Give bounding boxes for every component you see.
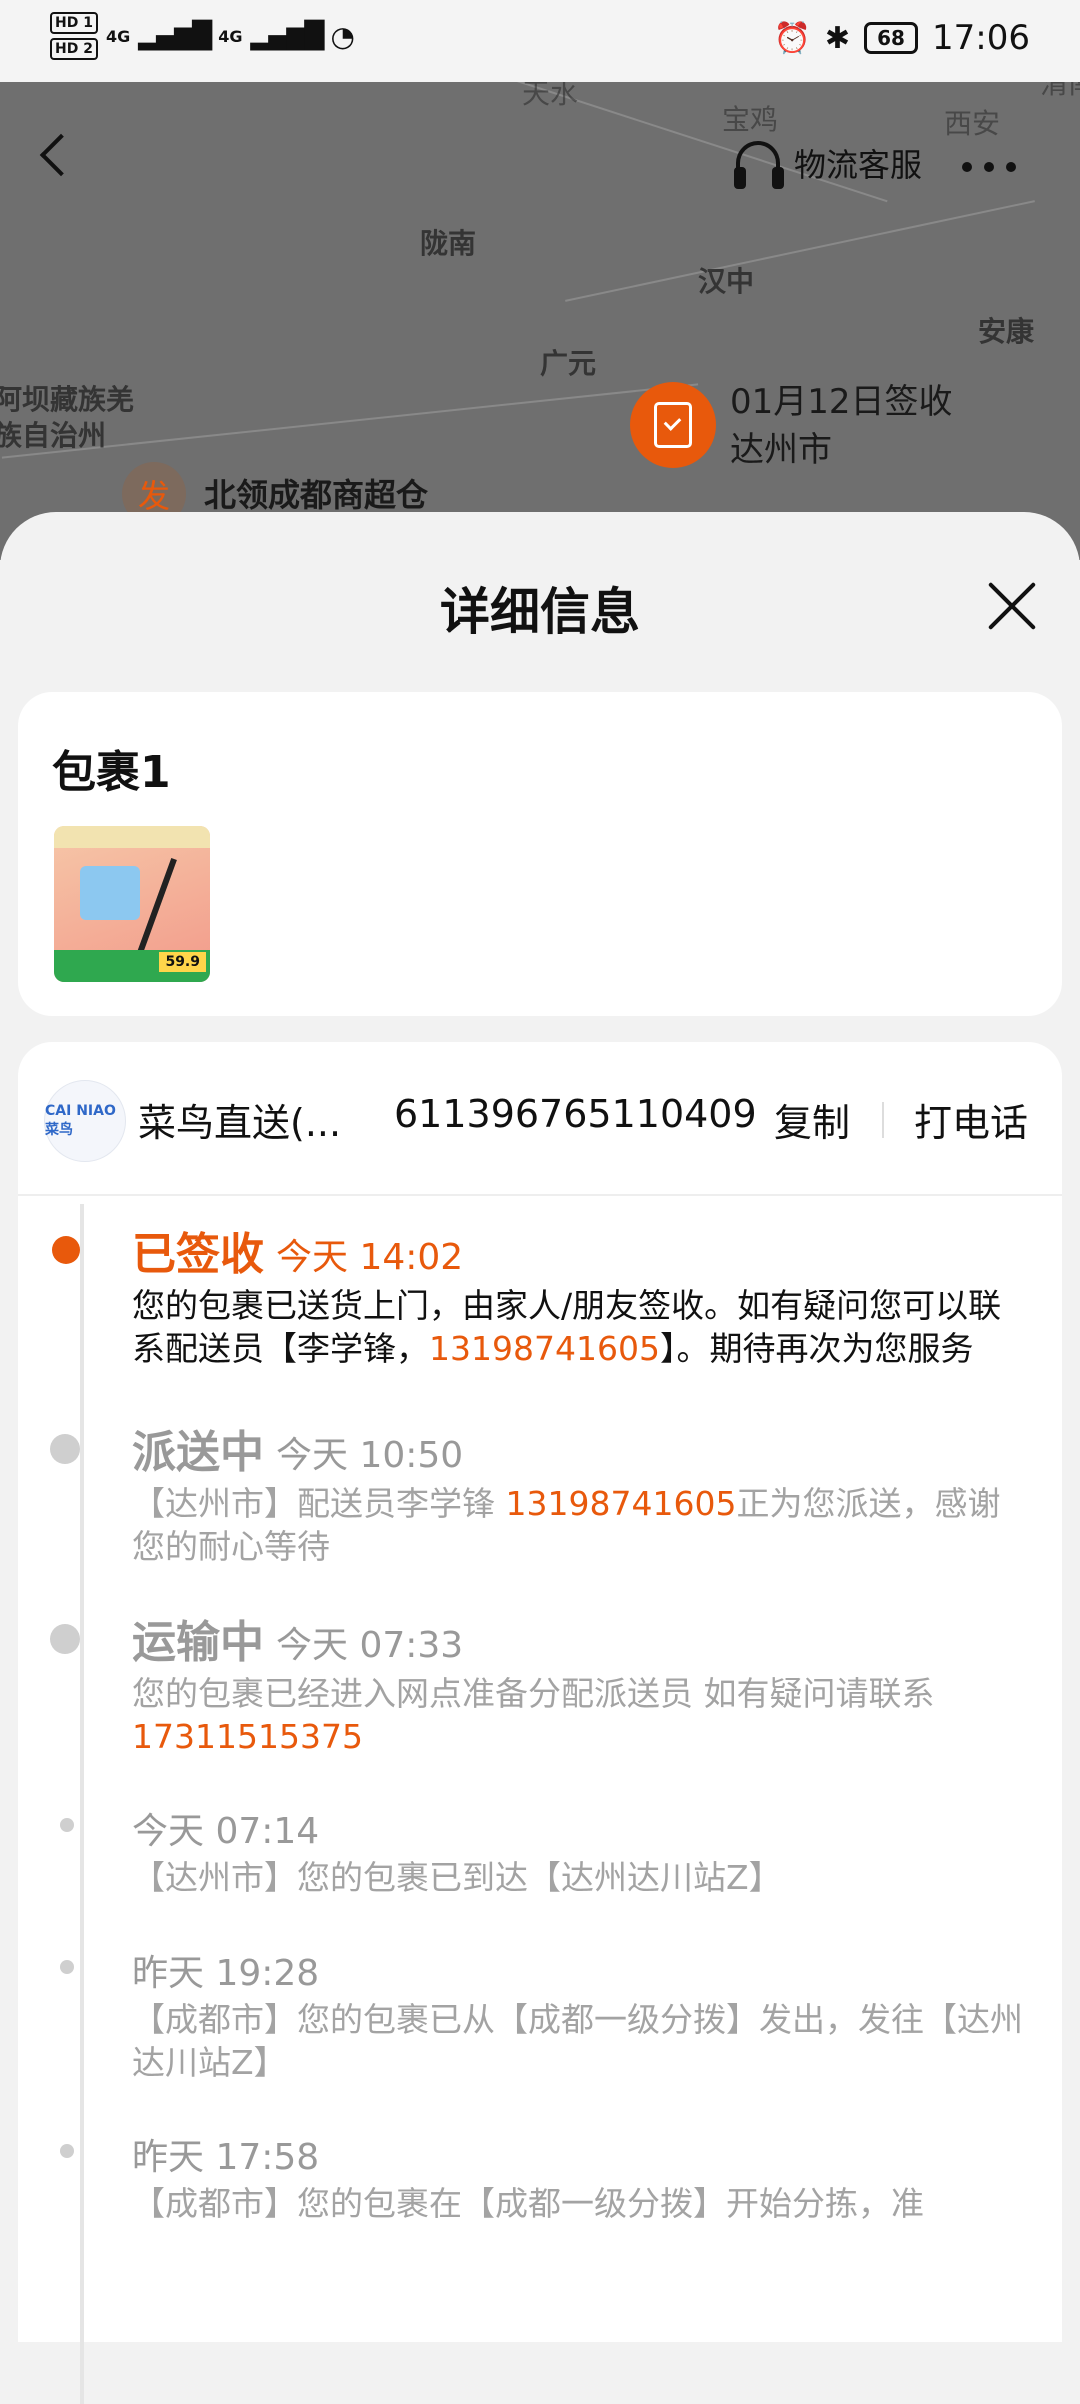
battery-icon: 68 xyxy=(864,22,919,54)
event-status: 派送中 xyxy=(132,1427,264,1478)
timeline-line xyxy=(80,1204,84,2404)
phone-link[interactable]: 13198741605 xyxy=(506,1484,737,1523)
map-label: 陇南 xyxy=(420,227,477,260)
wifi-icon: ◔ xyxy=(330,19,355,53)
call-button[interactable]: 打电话 xyxy=(914,1092,1028,1147)
tracking-number: 611396765110409 xyxy=(394,1092,757,1136)
delivery-city: 达州市 xyxy=(730,430,832,470)
event-time: 昨天 19:28 xyxy=(132,1953,320,1994)
event-head: 今天 07:14 xyxy=(132,1802,1032,1854)
event-status: 运输中 xyxy=(132,1617,264,1668)
event-time: 今天 10:50 xyxy=(276,1435,464,1476)
thumb-product xyxy=(80,866,140,920)
map-label: 西安 xyxy=(944,107,1001,140)
map-label: 阿坝藏族羌 xyxy=(0,383,135,416)
event-time: 今天 14:02 xyxy=(276,1237,464,1278)
thumb-mop xyxy=(137,857,177,955)
detail-sheet: 详细信息 包裹1 59.9 CAI NIAO 菜鸟 菜鸟直送(... 61139… xyxy=(0,512,1080,2404)
timeline-dot xyxy=(50,1624,80,1654)
alarm-icon: ⏰ xyxy=(773,20,811,56)
event-desc: 您的包裹已经进入网点准备分配派送员 如有疑问请联系 17311515375 xyxy=(132,1672,1032,1758)
network-type-2: 4G xyxy=(218,26,243,46)
delivery-date: 01月12日签收 xyxy=(730,382,953,422)
map-label: 族自治州 xyxy=(0,419,107,452)
signed-location-label: 01月12日签收 达州市 xyxy=(730,378,953,474)
divider xyxy=(882,1102,884,1138)
event-time: 今天 07:14 xyxy=(132,1811,320,1852)
bluetooth-icon: ✱ xyxy=(824,20,851,56)
tracking-card: CAI NIAO 菜鸟 菜鸟直送(... 611396765110409 复制 … xyxy=(18,1042,1062,2404)
sim2-badge: HD 2 xyxy=(50,38,98,60)
copy-button[interactable]: 复制 xyxy=(774,1092,850,1147)
timeline-event: 已签收 今天 14:02 您的包裹已送货上门，由家人/朋友签收。如有疑问您可以联系… xyxy=(52,1218,1032,1370)
event-head: 昨天 19:28 xyxy=(132,1944,1032,1996)
timeline-event: 今天 07:14 【达州市】您的包裹已到达【达州达川站Z】 xyxy=(60,1802,1032,1899)
timeline-event: 昨天 19:28 【成都市】您的包裹已从【成都一级分拨】发出，发往【达州达川站Z… xyxy=(60,1944,1032,2084)
event-desc-text: 】。期待再次为您服务 xyxy=(659,1329,974,1368)
status-left: HD 1 HD 2 4G ▂▄▆█ 4G ▂▄▆█ ◔ xyxy=(50,12,355,60)
event-status: 已签收 xyxy=(132,1229,264,1280)
customer-service-button[interactable]: 物流客服 xyxy=(734,140,923,189)
package-card: 包裹1 59.9 xyxy=(18,692,1062,1016)
signal-icon: ▂▄▆█ xyxy=(250,21,324,51)
timeline-event: 派送中 今天 10:50 【达州市】配送员李学锋 13198741605正为您派送… xyxy=(50,1416,1032,1568)
route-map[interactable]: 天水 宝鸡 西安 陇南 汉中 安康 广元 阿坝藏族羌 族自治州 渭南 铜川 01… xyxy=(0,0,1080,560)
more-options-button[interactable] xyxy=(962,162,972,172)
timeline-dot-small xyxy=(60,1818,74,1832)
carrier-row: CAI NIAO 菜鸟 菜鸟直送(... 611396765110409 复制 … xyxy=(18,1042,1062,1196)
event-desc: 【达州市】您的包裹已到达【达州达川站Z】 xyxy=(132,1858,782,1897)
map-label: 汉中 xyxy=(698,265,755,298)
clipboard-check-icon xyxy=(654,402,692,448)
event-head: 运输中 今天 07:33 xyxy=(132,1606,1032,1670)
sheet-title: 详细信息 xyxy=(440,583,640,641)
product-thumbnail[interactable]: 59.9 xyxy=(54,826,210,982)
event-head: 昨天 17:58 xyxy=(132,2128,1032,2180)
status-right: ⏰ ✱ 68 17:06 xyxy=(774,18,1030,58)
timeline-dot-small xyxy=(60,1960,74,1974)
map-label: 广元 xyxy=(540,347,597,380)
event-desc-text: 您的包裹已经进入网点准备分配派送员 如有疑问请联系 xyxy=(132,1674,935,1713)
event-desc: 【达州市】配送员李学锋 13198741605正为您派送，感谢您的耐心等待 xyxy=(132,1482,1032,1568)
signed-location-pin[interactable] xyxy=(630,382,716,468)
timeline-event: 昨天 17:58 【成都市】您的包裹在【成都一级分拨】开始分拣，准 xyxy=(60,2128,1032,2225)
origin-name: 北领成都商超仓 xyxy=(204,476,429,514)
event-head: 派送中 今天 10:50 xyxy=(132,1416,1032,1480)
map-label: 宝鸡 xyxy=(722,103,779,136)
close-button[interactable] xyxy=(984,578,1040,634)
headset-icon xyxy=(734,141,780,189)
event-desc: 您的包裹已送货上门，由家人/朋友签收。如有疑问您可以联系配送员【李学锋，1319… xyxy=(132,1284,1032,1370)
clock: 17:06 xyxy=(932,18,1030,58)
event-time: 今天 07:33 xyxy=(276,1625,464,1666)
timeline-dot-active xyxy=(52,1236,80,1264)
status-bar: HD 1 HD 2 4G ▂▄▆█ 4G ▂▄▆█ ◔ ⏰ ✱ 68 17:06 xyxy=(0,0,1080,82)
customer-service-label: 物流客服 xyxy=(794,146,923,184)
network-type-1: 4G xyxy=(105,26,131,46)
event-desc-text: 【达州市】配送员李学锋 xyxy=(132,1484,506,1523)
map-label: 安康 xyxy=(978,315,1035,348)
timeline-dot xyxy=(50,1434,80,1464)
phone-link[interactable]: 13198741605 xyxy=(429,1329,660,1368)
timeline-event: 运输中 今天 07:33 您的包裹已经进入网点准备分配派送员 如有疑问请联系 173… xyxy=(50,1606,1032,1758)
package-title: 包裹1 xyxy=(52,747,171,798)
cainiao-logo: CAI NIAO 菜鸟 xyxy=(44,1080,126,1162)
thumb-price: 59.9 xyxy=(159,952,206,972)
phone-link[interactable]: 17311515375 xyxy=(132,1717,363,1756)
timeline-dot-small xyxy=(60,2144,74,2158)
signal-icon: ▂▄▆█ xyxy=(138,21,212,51)
event-head: 已签收 今天 14:02 xyxy=(132,1218,1032,1282)
carrier-name: 菜鸟直送(... xyxy=(138,1101,342,1145)
event-time: 昨天 17:58 xyxy=(132,2137,320,2178)
thumb-banner xyxy=(54,826,210,848)
sim1-badge: HD 1 xyxy=(50,12,98,34)
event-desc: 【成都市】您的包裹已从【成都一级分拨】发出，发往【达州达川站Z】 xyxy=(132,2000,1023,2082)
event-desc: 【成都市】您的包裹在【成都一级分拨】开始分拣，准 xyxy=(132,2184,924,2223)
